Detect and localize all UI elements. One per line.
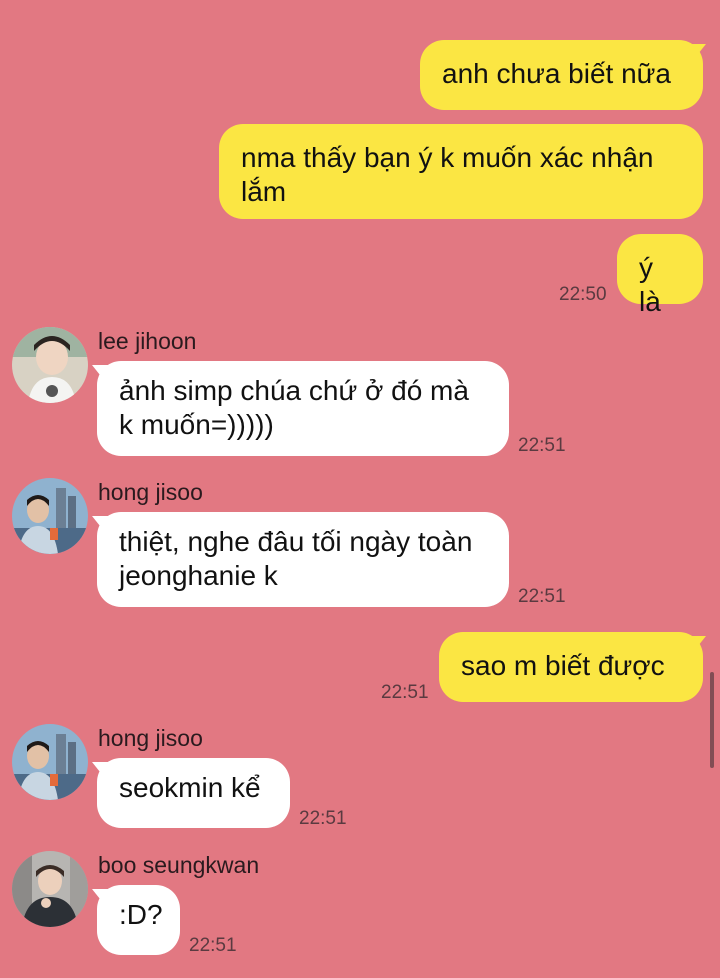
message-bubble-outgoing[interactable]: nma thấy bạn ý k muốn xác nhận lắm (219, 124, 703, 219)
avatar-photo-icon (12, 327, 88, 403)
avatar[interactable] (12, 724, 88, 800)
sender-name: boo seungkwan (98, 852, 260, 878)
message-timestamp: 22:51 (518, 435, 566, 456)
message-timestamp: 22:51 (189, 935, 237, 956)
message-text: nma thấy bạn ý k muốn xác nhận lắm (241, 142, 654, 207)
message-text: seokmin kể (119, 772, 261, 803)
bubble-tail (690, 636, 706, 656)
message-bubble-incoming[interactable]: thiệt, nghe đâu tối ngày toàn jeonghanie… (97, 512, 509, 607)
sender-name: lee jihoon (98, 328, 197, 354)
bubble-tail (92, 889, 108, 909)
avatar-photo-icon (12, 851, 88, 927)
message-bubble-outgoing[interactable]: ý là (617, 234, 703, 317)
message-text: ý là (639, 252, 661, 317)
sender-name: hong jisoo (98, 725, 203, 751)
message-bubble-incoming[interactable]: :D? (97, 885, 180, 955)
avatar[interactable] (12, 851, 88, 927)
message-timestamp: 22:51 (381, 682, 429, 703)
bubble-tail (92, 762, 108, 782)
message-text: anh chưa biết nữa (442, 58, 671, 89)
message-text: thiệt, nghe đâu tối ngày toàn jeonghanie… (119, 526, 473, 591)
bubble-tail (92, 365, 108, 385)
message-bubble-incoming[interactable]: ảnh simp chúa chứ ở đó mà k muốn=))))) (97, 361, 509, 456)
message-timestamp: 22:51 (518, 586, 566, 607)
message-text: ảnh simp chúa chứ ở đó mà k muốn=))))) (119, 375, 469, 440)
message-timestamp: 22:51 (299, 808, 347, 829)
avatar[interactable] (12, 478, 88, 554)
message-bubble-outgoing[interactable]: sao m biết được (439, 632, 703, 702)
scrollbar[interactable] (710, 672, 714, 768)
message-bubble-incoming[interactable]: seokmin kể (97, 758, 290, 828)
message-text: :D? (119, 899, 163, 930)
bubble-tail (92, 516, 108, 536)
message-timestamp: 22:50 (559, 284, 607, 305)
message-bubble-outgoing[interactable]: anh chưa biết nữa (420, 40, 703, 110)
avatar-photo-icon (12, 478, 88, 554)
avatar-photo-icon (12, 724, 88, 800)
message-text: sao m biết được (461, 650, 665, 681)
sender-name: hong jisoo (98, 479, 203, 505)
bubble-tail (690, 44, 706, 64)
avatar[interactable] (12, 327, 88, 403)
chat-area[interactable]: anh chưa biết nữa nma thấy bạn ý k muốn … (0, 0, 720, 978)
